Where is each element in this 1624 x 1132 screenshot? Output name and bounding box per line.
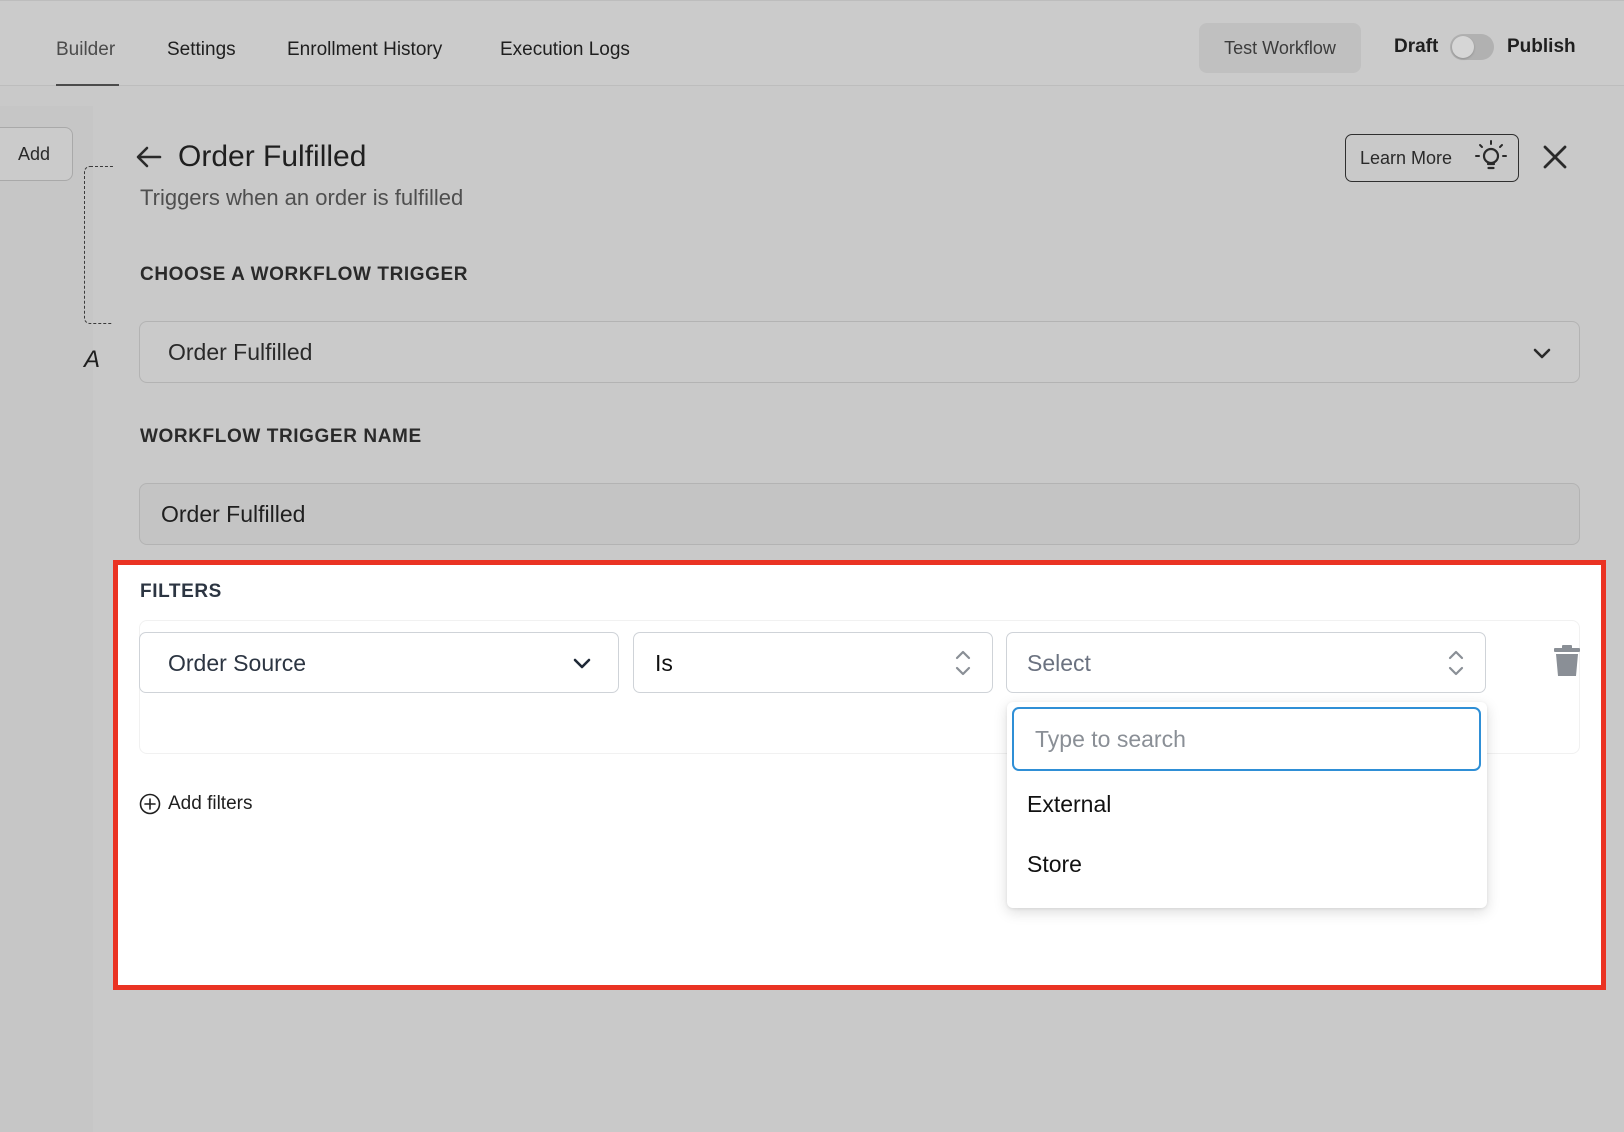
partial-node-label: A: [84, 346, 101, 373]
tab-builder[interactable]: Builder: [56, 39, 115, 61]
filter-value-placeholder: Select: [1027, 650, 1091, 676]
lightbulb-icon: [1475, 140, 1507, 170]
value-dropdown-menu: External Store: [1007, 702, 1487, 908]
trigger-name-value: Order Fulfilled: [161, 501, 306, 527]
workflow-trigger-select[interactable]: Order Fulfilled: [139, 321, 1580, 383]
dropdown-search-input[interactable]: [1012, 707, 1481, 771]
dropdown-option-store[interactable]: Store: [1027, 851, 1082, 878]
tab-execution-logs[interactable]: Execution Logs: [500, 39, 630, 61]
arrow-left-icon[interactable]: [134, 142, 164, 172]
updown-chevron-icon: [955, 650, 971, 676]
draft-label: Draft: [1394, 36, 1439, 57]
filter-field-value: Order Source: [168, 650, 307, 676]
panel-subtitle: Triggers when an order is fulfilled: [140, 185, 464, 210]
tab-settings[interactable]: Settings: [167, 39, 236, 61]
trigger-name-label: WORKFLOW TRIGGER NAME: [140, 426, 422, 447]
filter-operator-select[interactable]: Is: [633, 632, 993, 693]
toggle-knob: [1452, 36, 1474, 58]
trigger-name-input[interactable]: Order Fulfilled: [139, 483, 1580, 545]
chevron-down-icon: [573, 658, 591, 669]
panel-title: Order Fulfilled: [178, 140, 367, 173]
close-icon[interactable]: [1542, 144, 1568, 170]
test-workflow-button[interactable]: Test Workflow: [1199, 23, 1361, 73]
top-navigation: Builder Settings Enrollment History Exec…: [0, 0, 1624, 86]
dropdown-option-external[interactable]: External: [1027, 791, 1111, 818]
chevron-down-icon: [1533, 348, 1551, 359]
updown-chevron-icon: [1448, 650, 1464, 676]
plus-circle-icon: [139, 793, 161, 815]
filter-field-select[interactable]: Order Source: [139, 632, 619, 693]
trigger-section-label: CHOOSE A WORKFLOW TRIGGER: [140, 264, 469, 285]
learn-more-label: Learn More: [1360, 147, 1453, 168]
canvas-left-strip: [0, 106, 93, 1132]
filter-operator-value: Is: [655, 650, 673, 676]
trash-icon[interactable]: [1553, 645, 1581, 677]
active-tab-indicator: [56, 84, 119, 86]
tab-enrollment-history[interactable]: Enrollment History: [287, 39, 442, 61]
filters-label: FILTERS: [140, 581, 222, 602]
publish-label: Publish: [1507, 36, 1576, 57]
trigger-select-value: Order Fulfilled: [168, 339, 313, 365]
add-filters-label: Add filters: [168, 793, 253, 814]
add-button[interactable]: Add: [0, 127, 73, 181]
filter-value-select[interactable]: Select: [1006, 632, 1486, 693]
publish-toggle[interactable]: [1450, 34, 1494, 60]
